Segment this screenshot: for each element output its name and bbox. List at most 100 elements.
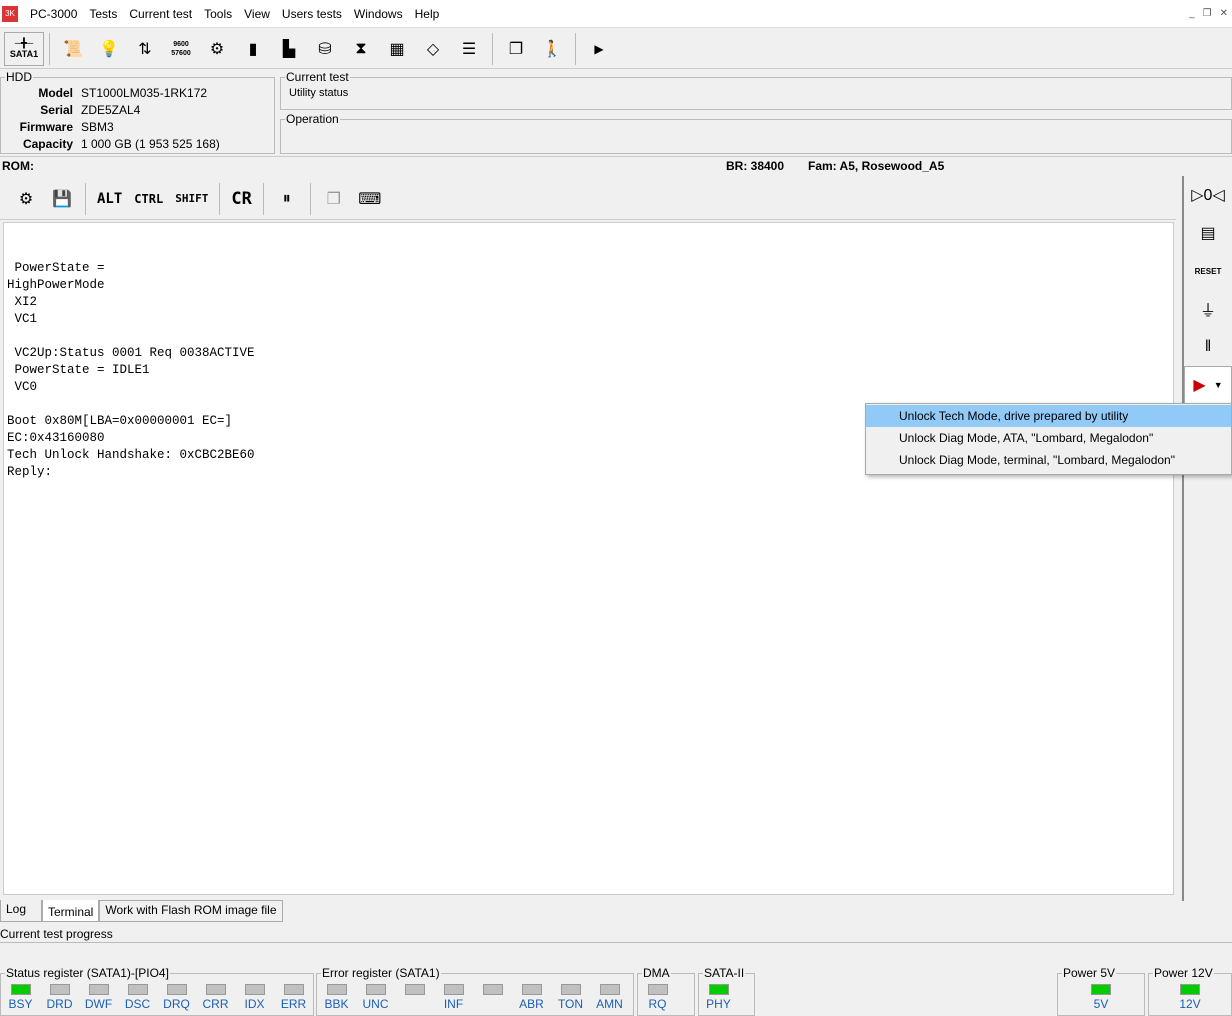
menu-item-unlock-diag-terminal[interactable]: Unlock Diag Mode, terminal, "Lombard, Me… (866, 449, 1231, 471)
disk-check-icon[interactable]: ⛁ (307, 32, 343, 66)
settings-disk-icon[interactable]: ⚙ (199, 32, 235, 66)
chevron-down-icon[interactable]: ▼ (1214, 380, 1223, 390)
chip-icon[interactable]: ▮ (235, 32, 271, 66)
board-icon[interactable]: ▙ (271, 32, 307, 66)
alt-button[interactable]: ALT (91, 191, 128, 207)
register-bit: INF (434, 984, 473, 1011)
reset-counter-icon[interactable]: ▷0◁ (1184, 176, 1232, 214)
menu-tests[interactable]: Tests (83, 7, 123, 21)
bit-label: RQ (648, 997, 667, 1011)
divider (49, 32, 50, 65)
grid-icon[interactable]: ▦ (379, 32, 415, 66)
heads-icon[interactable]: ⧗ (343, 32, 379, 66)
bit-label: UNC (362, 997, 389, 1011)
bit-label: DWF (84, 997, 113, 1011)
terminal-output[interactable]: PowerState = HighPowerMode XI2 VC1 VC2Up… (3, 222, 1174, 895)
menu-current-test[interactable]: Current test (123, 7, 198, 21)
unlock-dropdown-button[interactable]: ▶ ▼ (1184, 366, 1232, 404)
unlock-dropdown-menu: Unlock Tech Mode, drive prepared by util… (865, 403, 1232, 475)
register-bit: IDX (235, 984, 274, 1011)
bit-label: TON (557, 997, 584, 1011)
terminal-toolbar: ⚙ 💾 ALT CTRL SHIFT CR ⏸ ❐ ⌨ (0, 178, 1176, 220)
restore-icon[interactable]: ❐ (1203, 8, 1212, 19)
register-bit: DRD (40, 984, 79, 1011)
list-icon[interactable]: ☰ (451, 32, 487, 66)
pause-icon[interactable]: ‖ (1184, 328, 1232, 366)
bit-label: DRQ (163, 997, 190, 1011)
menu-item-unlock-diag-ata[interactable]: Unlock Diag Mode, ATA, "Lombard, Megalod… (866, 427, 1231, 449)
current-test-legend: Current test (286, 70, 349, 84)
board-icon[interactable]: ▤ (1184, 214, 1232, 252)
led-indicator (708, 984, 729, 995)
tab-terminal[interactable]: Terminal (42, 900, 100, 922)
led-indicator (365, 984, 386, 995)
register-bit: AMN (590, 984, 629, 1011)
close-icon[interactable]: ✕ (1220, 8, 1228, 19)
register-bit: BBK (317, 984, 356, 1011)
menu-view[interactable]: View (238, 7, 276, 21)
utility-status: Utility status (289, 87, 349, 99)
led-indicator (521, 984, 542, 995)
port-icon: ─╋─ (14, 38, 34, 48)
menu-help[interactable]: Help (409, 7, 446, 21)
led-indicator (49, 984, 70, 995)
menu-users-tests[interactable]: Users tests (276, 7, 348, 21)
passport-icon[interactable]: 📜 (55, 32, 91, 66)
menu-tools[interactable]: Tools (198, 7, 238, 21)
copy-icon[interactable]: ❐ (316, 182, 352, 216)
register-bit: PHY (699, 984, 738, 1011)
current-test-panel: Current test Utility status (280, 70, 1232, 110)
tab-log[interactable]: Log (0, 900, 42, 922)
play-icon[interactable]: ▶ (581, 32, 617, 66)
register-bit: RQ (638, 984, 677, 1011)
led-indicator (443, 984, 464, 995)
power-switch-icon[interactable]: ⏚ (1184, 290, 1232, 328)
led-indicator (1091, 984, 1111, 995)
bit-label: DSC (124, 997, 151, 1011)
rom-label: ROM: (2, 159, 34, 173)
keyboard-icon[interactable]: ⌨ (352, 182, 388, 216)
menu-item-unlock-tech-mode[interactable]: Unlock Tech Mode, drive prepared by util… (866, 405, 1231, 427)
bit-label: BSY (8, 997, 33, 1011)
sata2-panel: SATA-II PHY (698, 966, 755, 1016)
register-bit: BSY (1, 984, 40, 1011)
bottom-tabs: Log Terminal Work with Flash ROM image f… (0, 900, 283, 922)
hdd-panel: HDD Model ST1000LM035-1RK172 Serial ZDE5ZA… (0, 70, 275, 154)
register-bit: DWF (79, 984, 118, 1011)
exit-icon[interactable]: 🚶 (534, 32, 570, 66)
terminal-settings-icon[interactable]: ⚙ (8, 182, 44, 216)
progress-section: Current test progress (0, 927, 1232, 943)
baud-rate-icon[interactable]: 9600 57600 (163, 32, 199, 66)
led-indicator (166, 984, 187, 995)
cr-button[interactable]: CR (225, 189, 257, 209)
lightbulb-icon[interactable]: 💡 (91, 32, 127, 66)
led-indicator (560, 984, 581, 995)
heads-play-icon: ▶ (1193, 377, 1206, 394)
bit-label: PHY (706, 997, 731, 1011)
pause-icon[interactable]: ⏸ (269, 182, 305, 216)
bit-label: INF (443, 997, 464, 1011)
capacity-label: Capacity (22, 136, 73, 151)
error-register-legend: Error register (SATA1) (322, 966, 440, 980)
flowchart-icon[interactable]: ◇ (415, 32, 451, 66)
menu-windows[interactable]: Windows (348, 7, 409, 21)
power12-legend: Power 12V (1154, 966, 1213, 980)
main-toolbar: ─╋─ SATA1 📜 💡 ⇅ 9600 57600 ⚙ ▮ ▙ ⛁ ⧗ ▦ ◇ … (0, 29, 1232, 69)
led-indicator (482, 984, 503, 995)
serial-value: ZDE5ZAL4 (81, 102, 141, 117)
tab-flash-rom[interactable]: Work with Flash ROM image file (99, 900, 283, 922)
port-button[interactable]: ─╋─ SATA1 (4, 31, 44, 66)
reset-icon[interactable]: RESET (1184, 252, 1232, 290)
ctrl-button[interactable]: CTRL (128, 192, 169, 206)
transfer-icon[interactable]: ⇅ (127, 32, 163, 66)
windows-icon[interactable]: ❐ (498, 32, 534, 66)
save-log-icon[interactable]: 💾 (44, 182, 80, 216)
divider (309, 182, 311, 215)
minimize-icon[interactable]: _ (1189, 8, 1195, 19)
window-controls: _ ❐ ✕ (1189, 8, 1228, 19)
shift-button[interactable]: SHIFT (169, 192, 214, 205)
divider (575, 32, 576, 65)
bit-label: DRD (46, 997, 73, 1011)
register-bit: ABR (512, 984, 551, 1011)
led-indicator (404, 984, 425, 995)
